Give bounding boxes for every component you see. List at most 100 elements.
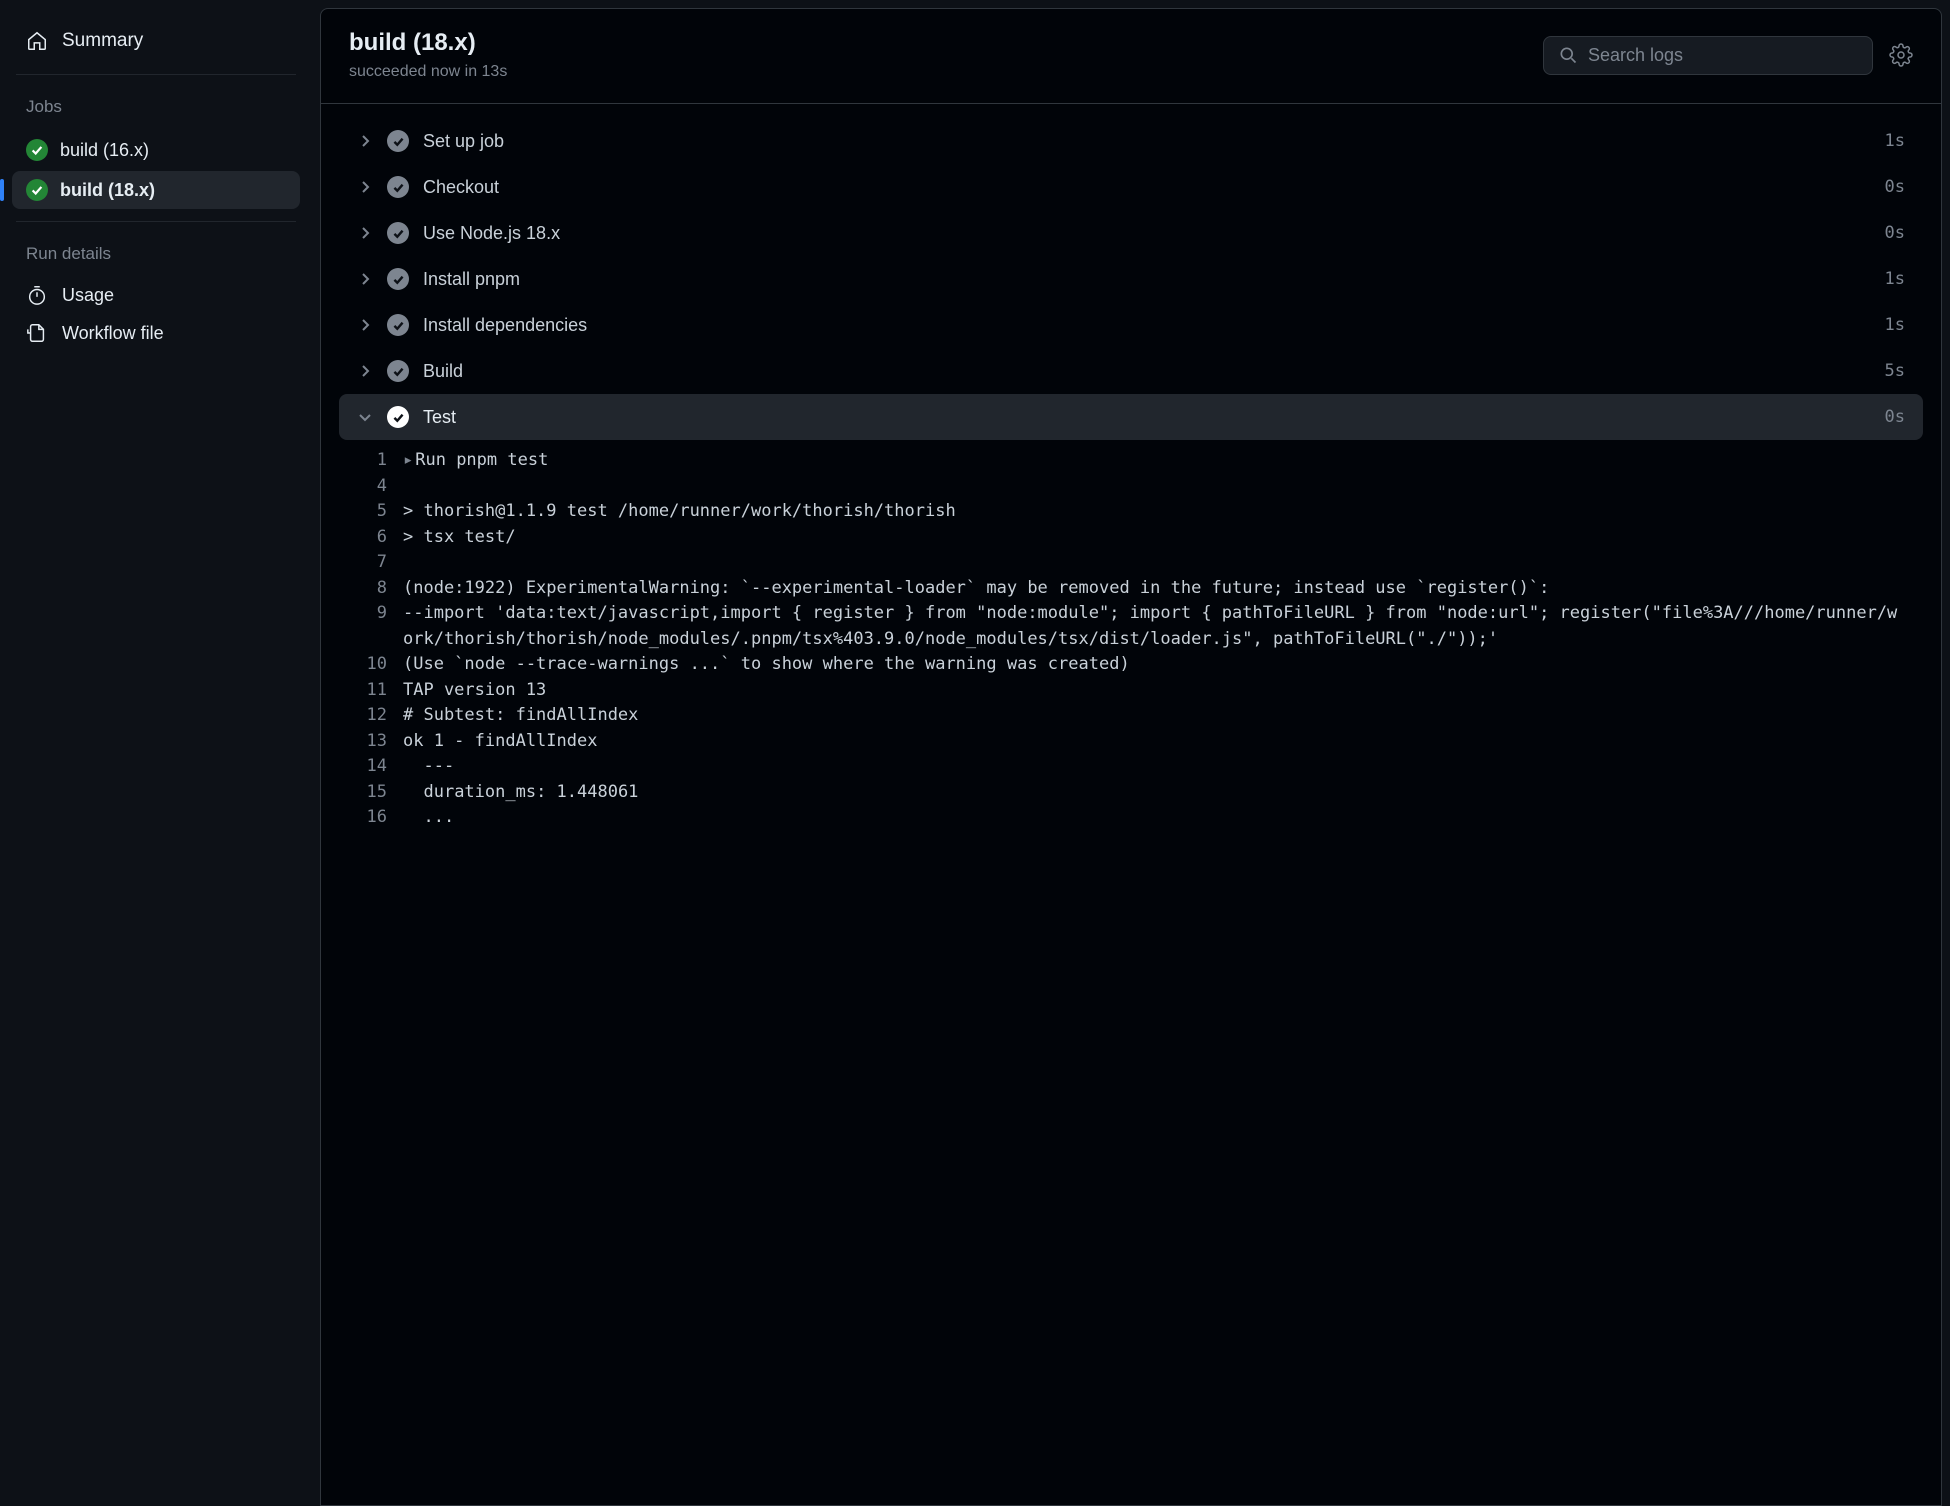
success-icon	[387, 360, 409, 382]
step-duration: 0s	[1885, 223, 1905, 243]
success-icon	[387, 268, 409, 290]
success-icon	[387, 176, 409, 198]
log-line[interactable]: 6> tsx test/	[339, 525, 1923, 551]
success-icon	[387, 406, 409, 428]
line-number: 16	[339, 805, 403, 831]
search-logs-box[interactable]	[1543, 36, 1873, 75]
summary-label: Summary	[62, 30, 143, 52]
line-number: 7	[339, 550, 403, 576]
line-text: > thorish@1.1.9 test /home/runner/work/t…	[403, 499, 1923, 525]
success-icon	[26, 139, 48, 161]
chevron-right-icon	[357, 133, 373, 149]
success-icon	[26, 179, 48, 201]
log-line[interactable]: 13ok 1 - findAllIndex	[339, 729, 1923, 755]
line-number: 6	[339, 525, 403, 551]
step-row[interactable]: Set up job 1s	[339, 118, 1923, 164]
job-header: build (18.x) succeeded now in 13s	[321, 9, 1941, 104]
line-text: TAP version 13	[403, 678, 1923, 704]
jobs-header: Jobs	[12, 91, 300, 129]
log-line[interactable]: 11TAP version 13	[339, 678, 1923, 704]
sidebar-detail-item[interactable]: Workflow file	[12, 314, 300, 352]
steps-list: Set up job 1s Checkout 0s Use Node.js 18…	[321, 104, 1941, 853]
line-text: (node:1922) ExperimentalWarning: `--expe…	[403, 576, 1923, 602]
step-row[interactable]: Install dependencies 1s	[339, 302, 1923, 348]
sidebar: Summary Jobs build (16.x) build (18.x) R…	[0, 0, 312, 1506]
log-line[interactable]: 10(Use `node --trace-warnings ...` to sh…	[339, 652, 1923, 678]
line-text: --import 'data:text/javascript,import { …	[403, 601, 1923, 652]
line-text: (Use `node --trace-warnings ...` to show…	[403, 652, 1923, 678]
step-row[interactable]: Use Node.js 18.x 0s	[339, 210, 1923, 256]
sidebar-detail-item[interactable]: Usage	[12, 276, 300, 314]
line-number: 12	[339, 703, 403, 729]
chevron-right-icon	[357, 271, 373, 287]
log-line[interactable]: 16 ...	[339, 805, 1923, 831]
step-duration: 5s	[1885, 361, 1905, 381]
line-text: ▸Run pnpm test	[403, 448, 1923, 474]
home-icon	[26, 30, 48, 52]
step-row[interactable]: Install pnpm 1s	[339, 256, 1923, 302]
line-number: 10	[339, 652, 403, 678]
success-icon	[387, 314, 409, 336]
page-title: build (18.x)	[349, 29, 1527, 57]
line-number: 14	[339, 754, 403, 780]
line-text: ok 1 - findAllIndex	[403, 729, 1923, 755]
line-number: 9	[339, 601, 403, 652]
line-number: 8	[339, 576, 403, 602]
detail-label: Workflow file	[62, 323, 164, 344]
step-duration: 1s	[1885, 269, 1905, 289]
run-details-header: Run details	[12, 238, 300, 276]
log-line[interactable]: 15 duration_ms: 1.448061	[339, 780, 1923, 806]
step-name: Use Node.js 18.x	[423, 223, 1871, 244]
log-line[interactable]: 12# Subtest: findAllIndex	[339, 703, 1923, 729]
line-text: ...	[403, 805, 1923, 831]
summary-link[interactable]: Summary	[12, 20, 300, 62]
line-text	[403, 550, 1923, 576]
line-number: 4	[339, 474, 403, 500]
step-row[interactable]: Checkout 0s	[339, 164, 1923, 210]
divider	[16, 221, 296, 222]
step-name: Checkout	[423, 177, 1871, 198]
chevron-right-icon	[357, 317, 373, 333]
step-row[interactable]: Build 5s	[339, 348, 1923, 394]
log-line[interactable]: 8(node:1922) ExperimentalWarning: `--exp…	[339, 576, 1923, 602]
line-number: 15	[339, 780, 403, 806]
job-label: build (18.x)	[60, 180, 155, 201]
file-icon	[26, 322, 48, 344]
sidebar-job-item[interactable]: build (18.x)	[12, 171, 300, 209]
step-duration: 0s	[1885, 177, 1905, 197]
detail-label: Usage	[62, 285, 114, 306]
log-output: 1▸Run pnpm test45> thorish@1.1.9 test /h…	[339, 440, 1923, 839]
log-line[interactable]: 1▸Run pnpm test	[339, 448, 1923, 474]
log-line[interactable]: 5> thorish@1.1.9 test /home/runner/work/…	[339, 499, 1923, 525]
step-name: Install dependencies	[423, 315, 1871, 336]
step-name: Set up job	[423, 131, 1871, 152]
log-line[interactable]: 7	[339, 550, 1923, 576]
step-duration: 0s	[1885, 407, 1905, 427]
success-icon	[387, 222, 409, 244]
gear-icon[interactable]	[1889, 43, 1913, 67]
log-line[interactable]: 9--import 'data:text/javascript,import {…	[339, 601, 1923, 652]
timer-icon	[26, 284, 48, 306]
chevron-right-icon	[357, 363, 373, 379]
line-text	[403, 474, 1923, 500]
line-number: 11	[339, 678, 403, 704]
line-number: 5	[339, 499, 403, 525]
success-icon	[387, 130, 409, 152]
step-row[interactable]: Test 0s	[339, 394, 1923, 440]
search-icon	[1558, 45, 1578, 65]
line-number: 1	[339, 448, 403, 474]
line-text: > tsx test/	[403, 525, 1923, 551]
step-name: Install pnpm	[423, 269, 1871, 290]
divider	[16, 74, 296, 75]
log-line[interactable]: 4	[339, 474, 1923, 500]
search-input[interactable]	[1588, 45, 1858, 66]
line-text: ---	[403, 754, 1923, 780]
sidebar-job-item[interactable]: build (16.x)	[12, 131, 300, 169]
step-name: Build	[423, 361, 1871, 382]
job-panel: build (18.x) succeeded now in 13s Set up…	[320, 8, 1942, 1506]
step-duration: 1s	[1885, 131, 1905, 151]
log-line[interactable]: 14 ---	[339, 754, 1923, 780]
chevron-right-icon	[357, 179, 373, 195]
line-text: # Subtest: findAllIndex	[403, 703, 1923, 729]
step-name: Test	[423, 407, 1871, 428]
